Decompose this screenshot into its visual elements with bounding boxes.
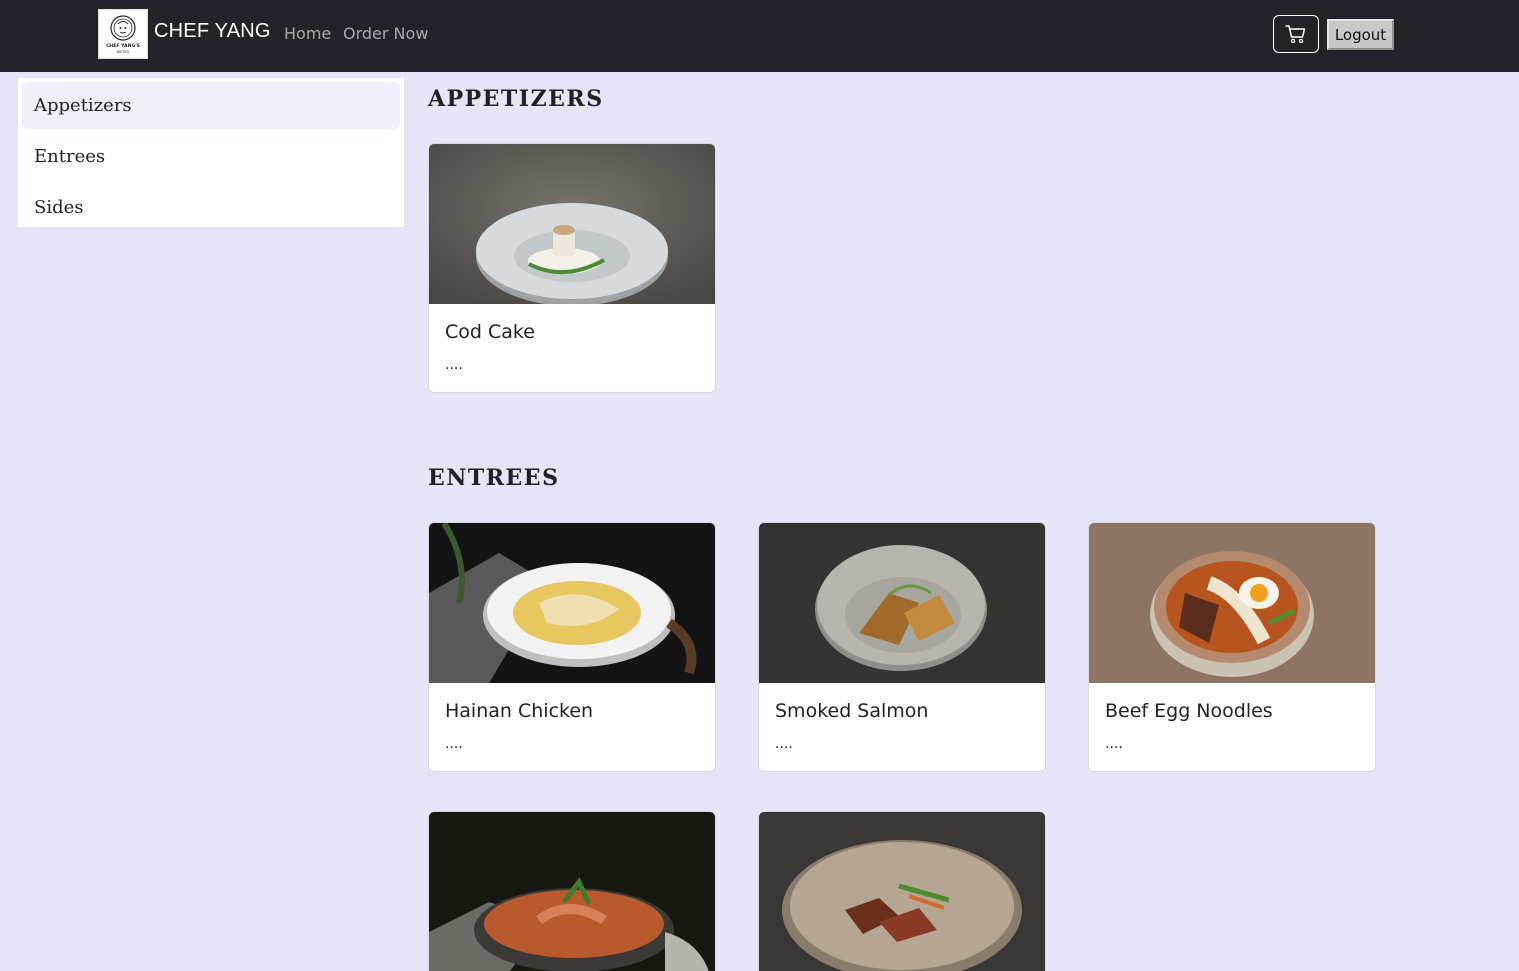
- cart-icon: [1285, 25, 1306, 44]
- svg-text:BISTRO: BISTRO: [117, 50, 130, 54]
- section-title-entrees: ENTREES: [428, 465, 560, 491]
- section-title-appetizers: APPETIZERS: [428, 86, 604, 112]
- sidebar-item-appetizers[interactable]: Appetizers: [22, 82, 400, 129]
- menu-card-entree-5[interactable]: [758, 811, 1046, 971]
- hainan-chicken-image: [429, 523, 715, 683]
- sidebar-item-sides[interactable]: Sides: [22, 184, 400, 231]
- menu-item-description: ....: [445, 357, 463, 373]
- menu-item-name: Cod Cake: [445, 321, 535, 343]
- logout-button[interactable]: Logout: [1327, 19, 1394, 50]
- menu-item-description: ....: [445, 736, 463, 752]
- menu-item-name: Beef Egg Noodles: [1105, 700, 1273, 722]
- menu-card-hainan-chicken[interactable]: Hainan Chicken ....: [428, 522, 716, 772]
- menu-card-cod-cake[interactable]: Cod Cake ....: [428, 143, 716, 393]
- menu-item-description: ....: [775, 736, 793, 752]
- menu-item-name: Hainan Chicken: [445, 700, 594, 722]
- nav-link-order-now[interactable]: Order Now: [343, 24, 428, 43]
- menu-card-entree-4[interactable]: [428, 811, 716, 971]
- chef-logo-icon: CHEF YANG'S BISTRO: [106, 15, 140, 54]
- beef-egg-noodles-image: [1089, 523, 1375, 683]
- entree-4-image: [429, 812, 715, 971]
- cart-button[interactable]: [1273, 15, 1319, 53]
- smoked-salmon-image: [759, 523, 1045, 683]
- menu-item-name: Smoked Salmon: [775, 700, 929, 722]
- svg-text:CHEF YANG'S: CHEF YANG'S: [106, 43, 140, 49]
- menu-card-beef-egg-noodles[interactable]: Beef Egg Noodles ....: [1088, 522, 1376, 772]
- menu-card-smoked-salmon[interactable]: Smoked Salmon ....: [758, 522, 1046, 772]
- brand-name[interactable]: CHEF YANG: [154, 20, 271, 43]
- navbar: CHEF YANG'S BISTRO CHEF YANG Home Order …: [0, 0, 1519, 72]
- cod-cake-image: [429, 144, 715, 304]
- entree-5-image: [759, 812, 1045, 971]
- brand-logo[interactable]: CHEF YANG'S BISTRO: [98, 9, 148, 59]
- sidebar-item-entrees[interactable]: Entrees: [22, 133, 400, 180]
- category-sidebar: Appetizers Entrees Sides: [18, 78, 404, 227]
- menu-item-description: ....: [1105, 736, 1123, 752]
- nav-link-home[interactable]: Home: [284, 24, 331, 43]
